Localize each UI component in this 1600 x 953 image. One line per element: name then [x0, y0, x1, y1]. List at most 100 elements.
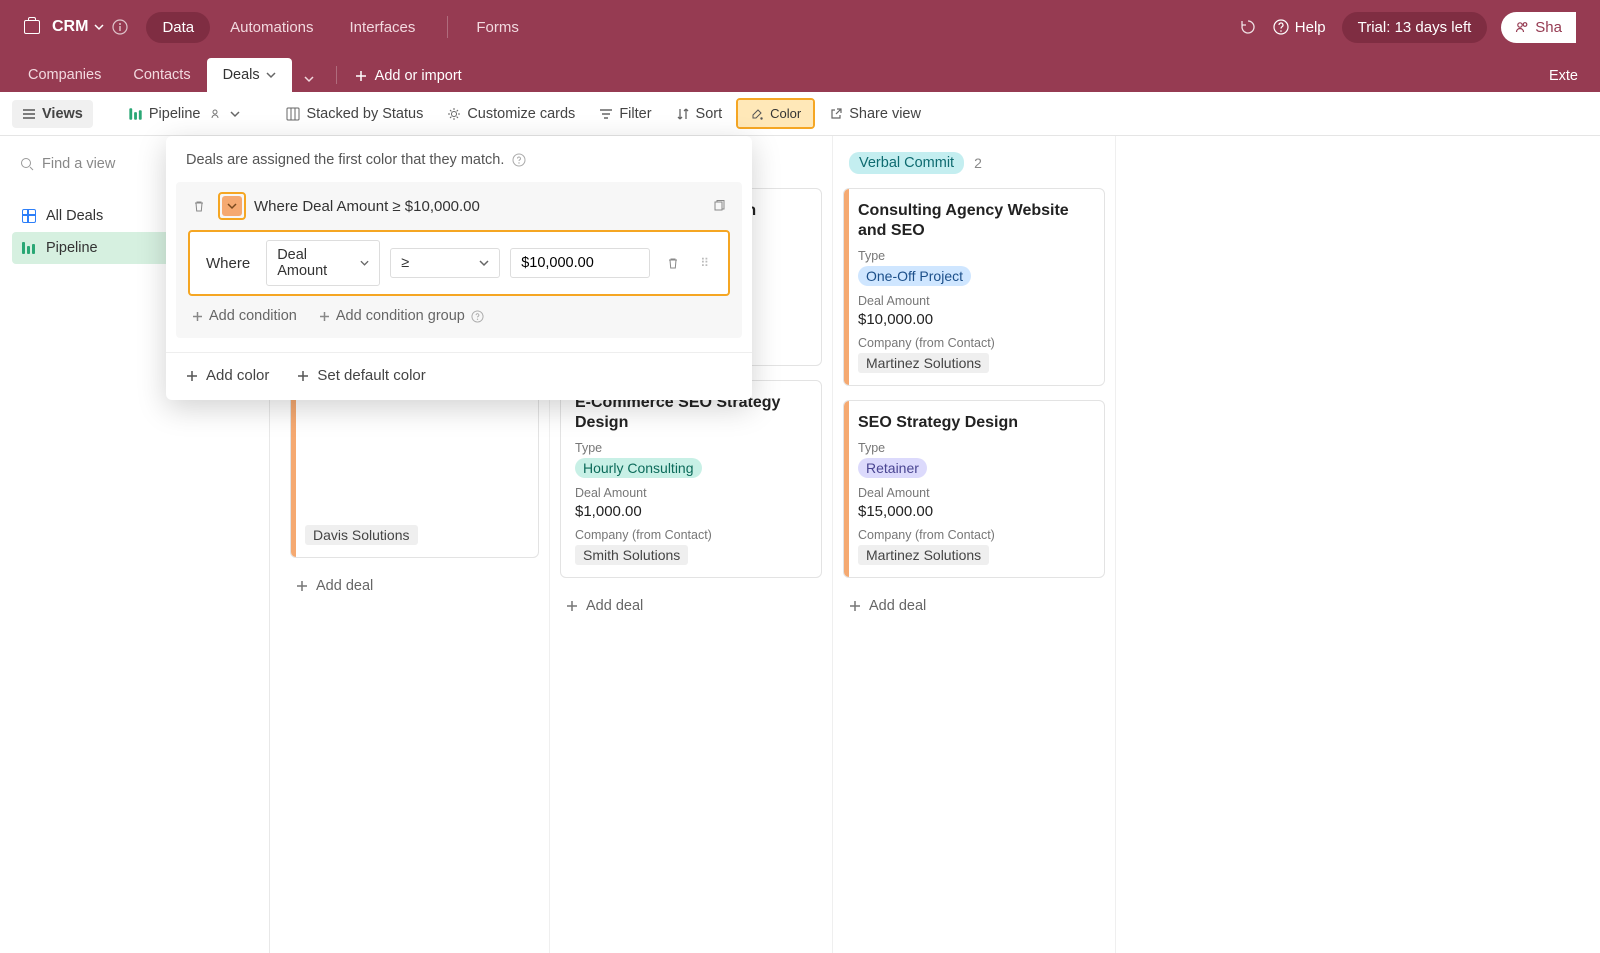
duplicate-rule-button[interactable] — [708, 195, 730, 217]
delete-rule-button[interactable] — [188, 195, 210, 217]
chevron-down-icon — [360, 258, 369, 268]
add-deal-button[interactable]: Add deal — [843, 592, 1105, 620]
color-button-highlight: Color — [736, 98, 815, 129]
sort-button[interactable]: Sort — [666, 100, 733, 128]
help-icon — [471, 310, 484, 323]
add-color-button[interactable]: Add color — [186, 367, 269, 384]
add-deal-label: Add deal — [586, 598, 643, 614]
tab-more-button[interactable] — [292, 66, 326, 92]
customize-button[interactable]: Customize cards — [437, 100, 585, 128]
chevron-down-icon — [230, 109, 240, 119]
value-input[interactable] — [510, 248, 650, 278]
sort-icon — [676, 107, 690, 121]
deal-amount: $10,000.00 — [858, 311, 1094, 328]
company-tag: Martinez Solutions — [858, 353, 989, 373]
search-icon — [20, 157, 34, 171]
color-swatch-button[interactable] — [222, 196, 242, 216]
delete-condition-button[interactable] — [660, 250, 686, 276]
set-default-color-button[interactable]: Set default color — [297, 367, 425, 384]
status-badge: Verbal Commit — [849, 152, 964, 174]
deal-card[interactable]: E-Commerce SEO Strategy Design Type Hour… — [560, 380, 822, 578]
add-condition-button[interactable]: Add condition — [192, 308, 297, 324]
tab-contacts[interactable]: Contacts — [117, 58, 206, 92]
add-deal-label: Add deal — [316, 578, 373, 594]
briefcase-icon — [24, 20, 40, 34]
extensions-button[interactable]: Exte — [1539, 68, 1588, 92]
color-swatch-highlight — [218, 192, 246, 220]
help-button[interactable]: Help — [1273, 19, 1326, 36]
plus-icon — [297, 370, 309, 382]
divider — [447, 16, 448, 38]
nav-interfaces[interactable]: Interfaces — [334, 12, 432, 43]
plus-icon — [319, 311, 330, 322]
add-color-label: Add color — [206, 367, 269, 384]
external-link-icon — [829, 107, 843, 121]
field-label: Deal Amount — [858, 486, 1094, 500]
add-condition-label: Add condition — [209, 308, 297, 324]
color-button[interactable]: Color — [738, 100, 813, 127]
share-view-button[interactable]: Share view — [819, 100, 931, 128]
stacked-label: Stacked by Status — [306, 106, 423, 122]
nav-data[interactable]: Data — [146, 12, 210, 43]
help-icon[interactable] — [512, 153, 526, 167]
add-condition-group-button[interactable]: Add condition group — [319, 308, 484, 324]
view-toolbar: Views Pipeline Stacked by Status Customi… — [0, 92, 1600, 136]
condition-row: Where Deal Amount ≥ ⠿ — [188, 230, 730, 296]
plus-icon — [566, 600, 578, 612]
popup-hint-text: Deals are assigned the first color that … — [186, 152, 504, 168]
plus-icon — [849, 600, 861, 612]
operator-select[interactable]: ≥ — [390, 248, 500, 278]
type-tag: Retainer — [858, 458, 927, 478]
add-import-button[interactable]: Add or import — [347, 68, 470, 92]
deal-card[interactable]: Consulting Agency Website and SEO Type O… — [843, 188, 1105, 386]
paint-icon — [750, 107, 764, 121]
info-icon[interactable] — [112, 19, 128, 35]
field-label: Type — [858, 441, 1094, 455]
stacked-button[interactable]: Stacked by Status — [276, 100, 433, 128]
field-label: Type — [858, 249, 1094, 263]
where-label: Where — [200, 255, 256, 272]
tab-deals[interactable]: Deals — [207, 58, 292, 92]
trash-icon — [192, 199, 206, 213]
views-label: Views — [42, 106, 83, 122]
people-icon — [210, 107, 224, 121]
operator-value: ≥ — [401, 255, 409, 271]
trial-pill[interactable]: Trial: 13 days left — [1342, 12, 1488, 43]
field-label: Type — [575, 441, 811, 455]
divider — [336, 66, 337, 84]
field-select[interactable]: Deal Amount — [266, 240, 380, 286]
color-stripe — [844, 189, 849, 385]
share-view-label: Share view — [849, 106, 921, 122]
share-button[interactable]: Sha — [1501, 12, 1576, 43]
deal-amount: $15,000.00 — [858, 503, 1094, 520]
drag-handle[interactable]: ⠿ — [696, 256, 714, 270]
views-button[interactable]: Views — [12, 100, 93, 128]
nav-forms[interactable]: Forms — [460, 12, 535, 43]
customize-label: Customize cards — [467, 106, 575, 122]
field-label: Company (from Contact) — [858, 528, 1094, 542]
chevron-down-icon[interactable] — [94, 22, 104, 32]
share-label: Sha — [1535, 19, 1562, 36]
filter-button[interactable]: Filter — [589, 100, 661, 128]
view-name-label: Pipeline — [149, 106, 201, 122]
filter-icon — [599, 108, 613, 120]
add-deal-button[interactable]: Add deal — [560, 592, 822, 620]
stack-icon — [286, 107, 300, 121]
field-select-value: Deal Amount — [277, 247, 352, 279]
kanban-icon — [129, 108, 142, 119]
add-deal-button[interactable]: Add deal — [290, 572, 539, 600]
rule-summary: Where Deal Amount ≥ $10,000.00 — [254, 198, 700, 215]
add-group-label: Add condition group — [336, 308, 465, 324]
plus-icon — [192, 311, 203, 322]
field-label: Deal Amount — [575, 486, 811, 500]
view-name-button[interactable]: Pipeline — [119, 100, 251, 128]
tab-companies[interactable]: Companies — [12, 58, 117, 92]
history-icon[interactable] — [1231, 14, 1265, 40]
company-tag: Davis Solutions — [305, 525, 418, 545]
app-name[interactable]: CRM — [52, 18, 88, 36]
nav-automations[interactable]: Automations — [214, 12, 329, 43]
gear-icon — [447, 107, 461, 121]
help-icon — [1273, 19, 1289, 35]
deal-card[interactable]: SEO Strategy Design Type Retainer Deal A… — [843, 400, 1105, 578]
type-tag: Hourly Consulting — [575, 458, 702, 478]
